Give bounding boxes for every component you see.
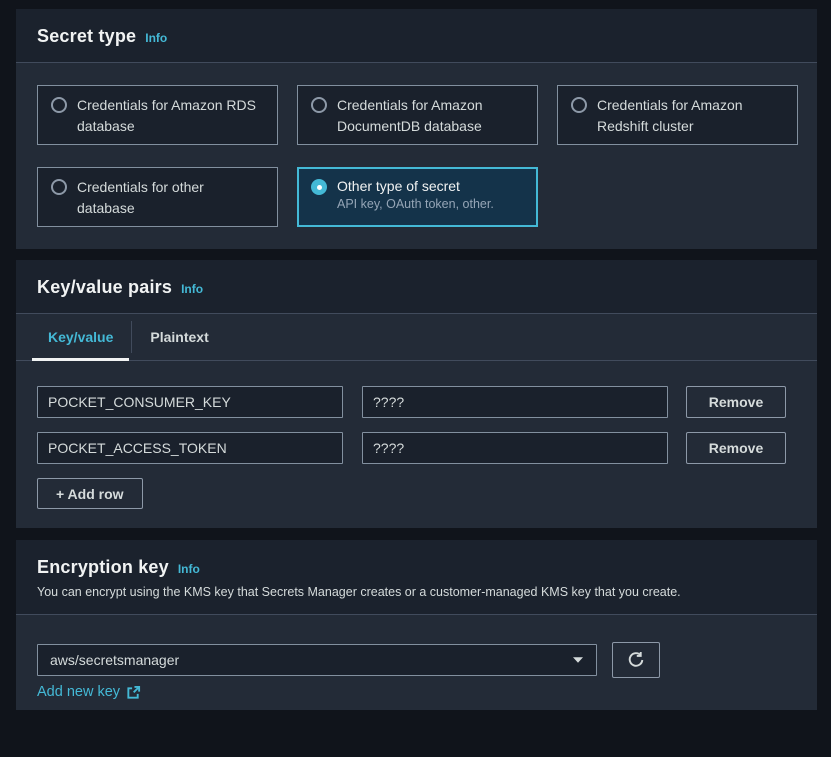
kms-key-select[interactable]: aws/secretsmanager [37,644,597,676]
option-other-database[interactable]: Credentials for other database [37,167,278,227]
key-value-pairs-title: Key/value pairs [37,277,172,298]
option-label: Credentials for Amazon DocumentDB databa… [337,95,524,137]
option-description: API key, OAuth token, other. [337,196,494,213]
secret-type-section: Secret type Info Credentials for Amazon … [16,9,817,249]
tab-divider [131,321,132,353]
add-new-key-label: Add new key [37,684,120,700]
value-input[interactable] [362,432,668,464]
encryption-key-header: Encryption key Info You can encrypt usin… [16,540,817,615]
tab-plaintext[interactable]: Plaintext [134,314,224,360]
key-value-pairs-header: Key/value pairs Info [16,260,817,314]
option-redshift-cluster[interactable]: Credentials for Amazon Redshift cluster [557,85,798,145]
option-label: Credentials for Amazon Redshift cluster [597,95,784,137]
kms-key-selected-value: aws/secretsmanager [50,652,179,668]
add-row-button[interactable]: + Add row [37,478,143,509]
refresh-icon [627,651,645,669]
encryption-key-description: You can encrypt using the KMS key that S… [37,585,796,599]
option-documentdb-database[interactable]: Credentials for Amazon DocumentDB databa… [297,85,538,145]
option-label: Other type of secret [337,177,494,196]
radio-unselected-icon[interactable] [51,179,67,195]
encryption-key-info-link[interactable]: Info [178,562,200,576]
key-input[interactable] [37,386,343,418]
option-other-type-of-secret[interactable]: Other type of secret API key, OAuth toke… [297,167,538,227]
tab-key-value[interactable]: Key/value [32,314,129,360]
radio-unselected-icon[interactable] [311,97,327,113]
external-link-icon [126,685,141,700]
secret-type-options: Credentials for Amazon RDS database Cred… [16,63,817,249]
option-rds-database[interactable]: Credentials for Amazon RDS database [37,85,278,145]
remove-row-button[interactable]: Remove [686,386,786,418]
caret-down-icon [572,656,584,664]
secret-type-title: Secret type [37,26,136,47]
option-label: Credentials for Amazon RDS database [77,95,264,137]
key-value-body: Remove Remove + Add row [16,361,817,528]
option-label: Credentials for other database [77,177,264,219]
radio-unselected-icon[interactable] [571,97,587,113]
add-new-key-link[interactable]: Add new key [37,684,141,700]
encryption-key-section: Encryption key Info You can encrypt usin… [16,540,817,710]
secret-type-info-link[interactable]: Info [145,31,167,45]
remove-row-button[interactable]: Remove [686,432,786,464]
refresh-button[interactable] [612,642,660,678]
key-value-row: Remove [37,386,796,418]
value-input[interactable] [362,386,668,418]
encryption-key-body: aws/secretsmanager Add new key [16,615,817,710]
radio-selected-icon[interactable] [311,179,327,195]
key-value-row: Remove [37,432,796,464]
key-value-pairs-info-link[interactable]: Info [181,282,203,296]
encryption-key-title: Encryption key [37,557,169,578]
key-value-pairs-section: Key/value pairs Info Key/value Plaintext… [16,260,817,528]
radio-unselected-icon[interactable] [51,97,67,113]
secret-type-header: Secret type Info [16,9,817,63]
key-value-tabs: Key/value Plaintext [16,314,817,361]
key-input[interactable] [37,432,343,464]
